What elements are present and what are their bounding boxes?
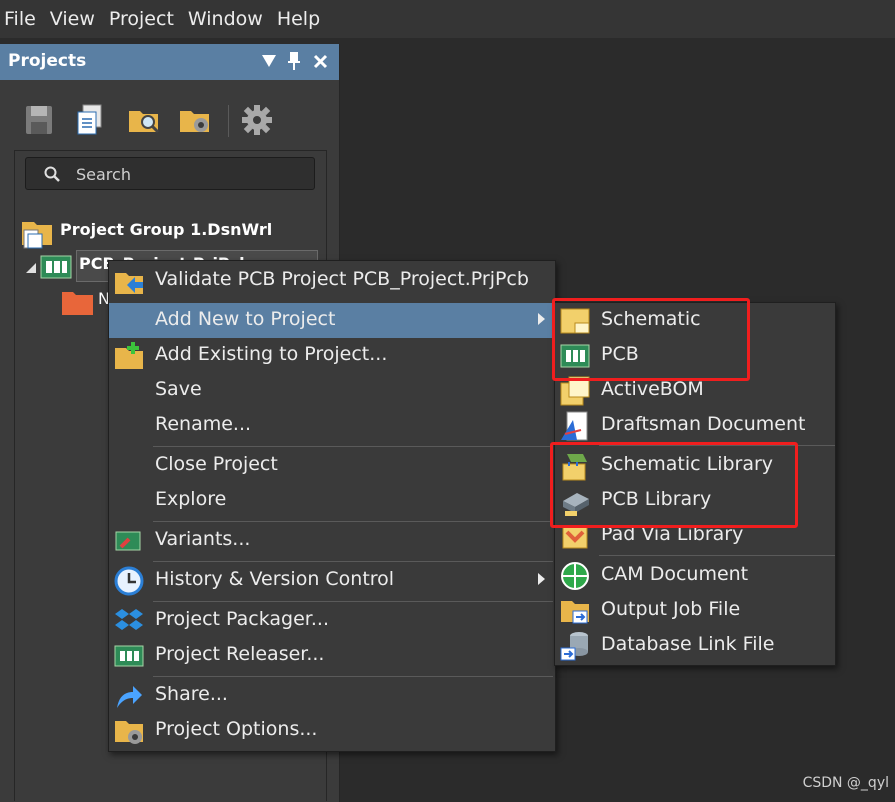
menu-project[interactable]: Project xyxy=(109,8,174,30)
menu-separator xyxy=(153,676,553,677)
copy-documents-icon[interactable] xyxy=(74,103,108,137)
menu-file[interactable]: File xyxy=(4,8,36,30)
menu-item-add-new[interactable]: Add New to Project xyxy=(109,303,555,338)
menu-separator xyxy=(153,521,553,522)
folder-settings-icon[interactable] xyxy=(178,103,212,137)
add-existing-icon xyxy=(115,342,143,369)
menu-item-share[interactable]: Share... xyxy=(109,678,555,713)
share-arrow-icon xyxy=(117,686,142,708)
validate-icon xyxy=(115,273,143,294)
panel-title: Projects xyxy=(8,51,87,71)
menu-help[interactable]: Help xyxy=(277,8,320,30)
menu-separator xyxy=(153,446,553,447)
menu-item-validate[interactable]: Validate PCB Project PCB_Project.PrjPcb xyxy=(109,263,555,298)
menu-view[interactable]: View xyxy=(50,8,95,30)
menu-item-rename[interactable]: Rename... xyxy=(109,408,555,443)
open-folder-icon[interactable] xyxy=(127,103,161,137)
menu-item-releaser[interactable]: Project Releaser... xyxy=(109,638,555,673)
menu-separator xyxy=(599,555,835,556)
project-context-menu: Validate PCB Project PCB_Project.PrjPcb … xyxy=(108,260,556,752)
project-group-label[interactable]: Project Group 1.DsnWrl xyxy=(60,220,272,239)
menu-item-explore[interactable]: Explore xyxy=(109,483,555,518)
watermark: CSDN @_qyl xyxy=(802,775,889,791)
menu-bar: File View Project Window Help xyxy=(0,0,895,38)
tree-expand-icon[interactable] xyxy=(26,263,36,273)
menu-separator xyxy=(153,601,553,602)
releaser-icon xyxy=(114,645,144,667)
menu-item-close-project[interactable]: Close Project xyxy=(109,448,555,483)
submenu-item-output-job[interactable]: Output Job File xyxy=(555,593,835,628)
draftsman-icon xyxy=(561,411,588,441)
submenu-item-cam-document[interactable]: CAM Document xyxy=(555,558,835,593)
packager-icon xyxy=(115,609,143,630)
menu-item-save[interactable]: Save xyxy=(109,373,555,408)
search-input[interactable] xyxy=(74,162,298,186)
panel-header: Projects xyxy=(0,44,339,80)
variants-icon xyxy=(115,531,141,551)
menu-item-packager[interactable]: Project Packager... xyxy=(109,603,555,638)
toolbar-separator xyxy=(228,105,229,137)
project-group-icon xyxy=(22,222,52,249)
submenu-item-database-link[interactable]: Database Link File xyxy=(555,628,835,663)
output-job-icon xyxy=(561,601,589,624)
project-options-icon xyxy=(115,721,143,744)
database-link-icon xyxy=(560,632,588,661)
close-icon[interactable] xyxy=(313,54,328,69)
pin-icon[interactable] xyxy=(287,52,301,70)
menu-separator xyxy=(153,561,553,562)
save-icon[interactable] xyxy=(23,103,57,137)
search-box[interactable] xyxy=(25,157,315,190)
cam-document-icon xyxy=(561,562,589,590)
folder-icon xyxy=(62,292,93,315)
menu-window[interactable]: Window xyxy=(188,8,263,30)
highlight-box-libraries xyxy=(550,442,798,528)
pcb-project-icon xyxy=(40,255,72,279)
menu-item-project-options[interactable]: Project Options... xyxy=(109,713,555,748)
search-icon xyxy=(44,166,60,182)
submenu-arrow-icon xyxy=(538,313,545,325)
menu-item-variants[interactable]: Variants... xyxy=(109,523,555,558)
dropdown-arrow-icon[interactable] xyxy=(262,55,276,67)
menu-item-history[interactable]: History & Version Control xyxy=(109,563,555,598)
menu-item-add-existing[interactable]: Add Existing to Project... xyxy=(109,338,555,373)
submenu-arrow-icon xyxy=(538,573,545,585)
submenu-item-draftsman[interactable]: Draftsman Document xyxy=(555,408,835,443)
gear-icon[interactable] xyxy=(240,103,274,137)
highlight-box-schematic-pcb xyxy=(552,298,750,381)
history-clock-icon xyxy=(114,566,144,596)
